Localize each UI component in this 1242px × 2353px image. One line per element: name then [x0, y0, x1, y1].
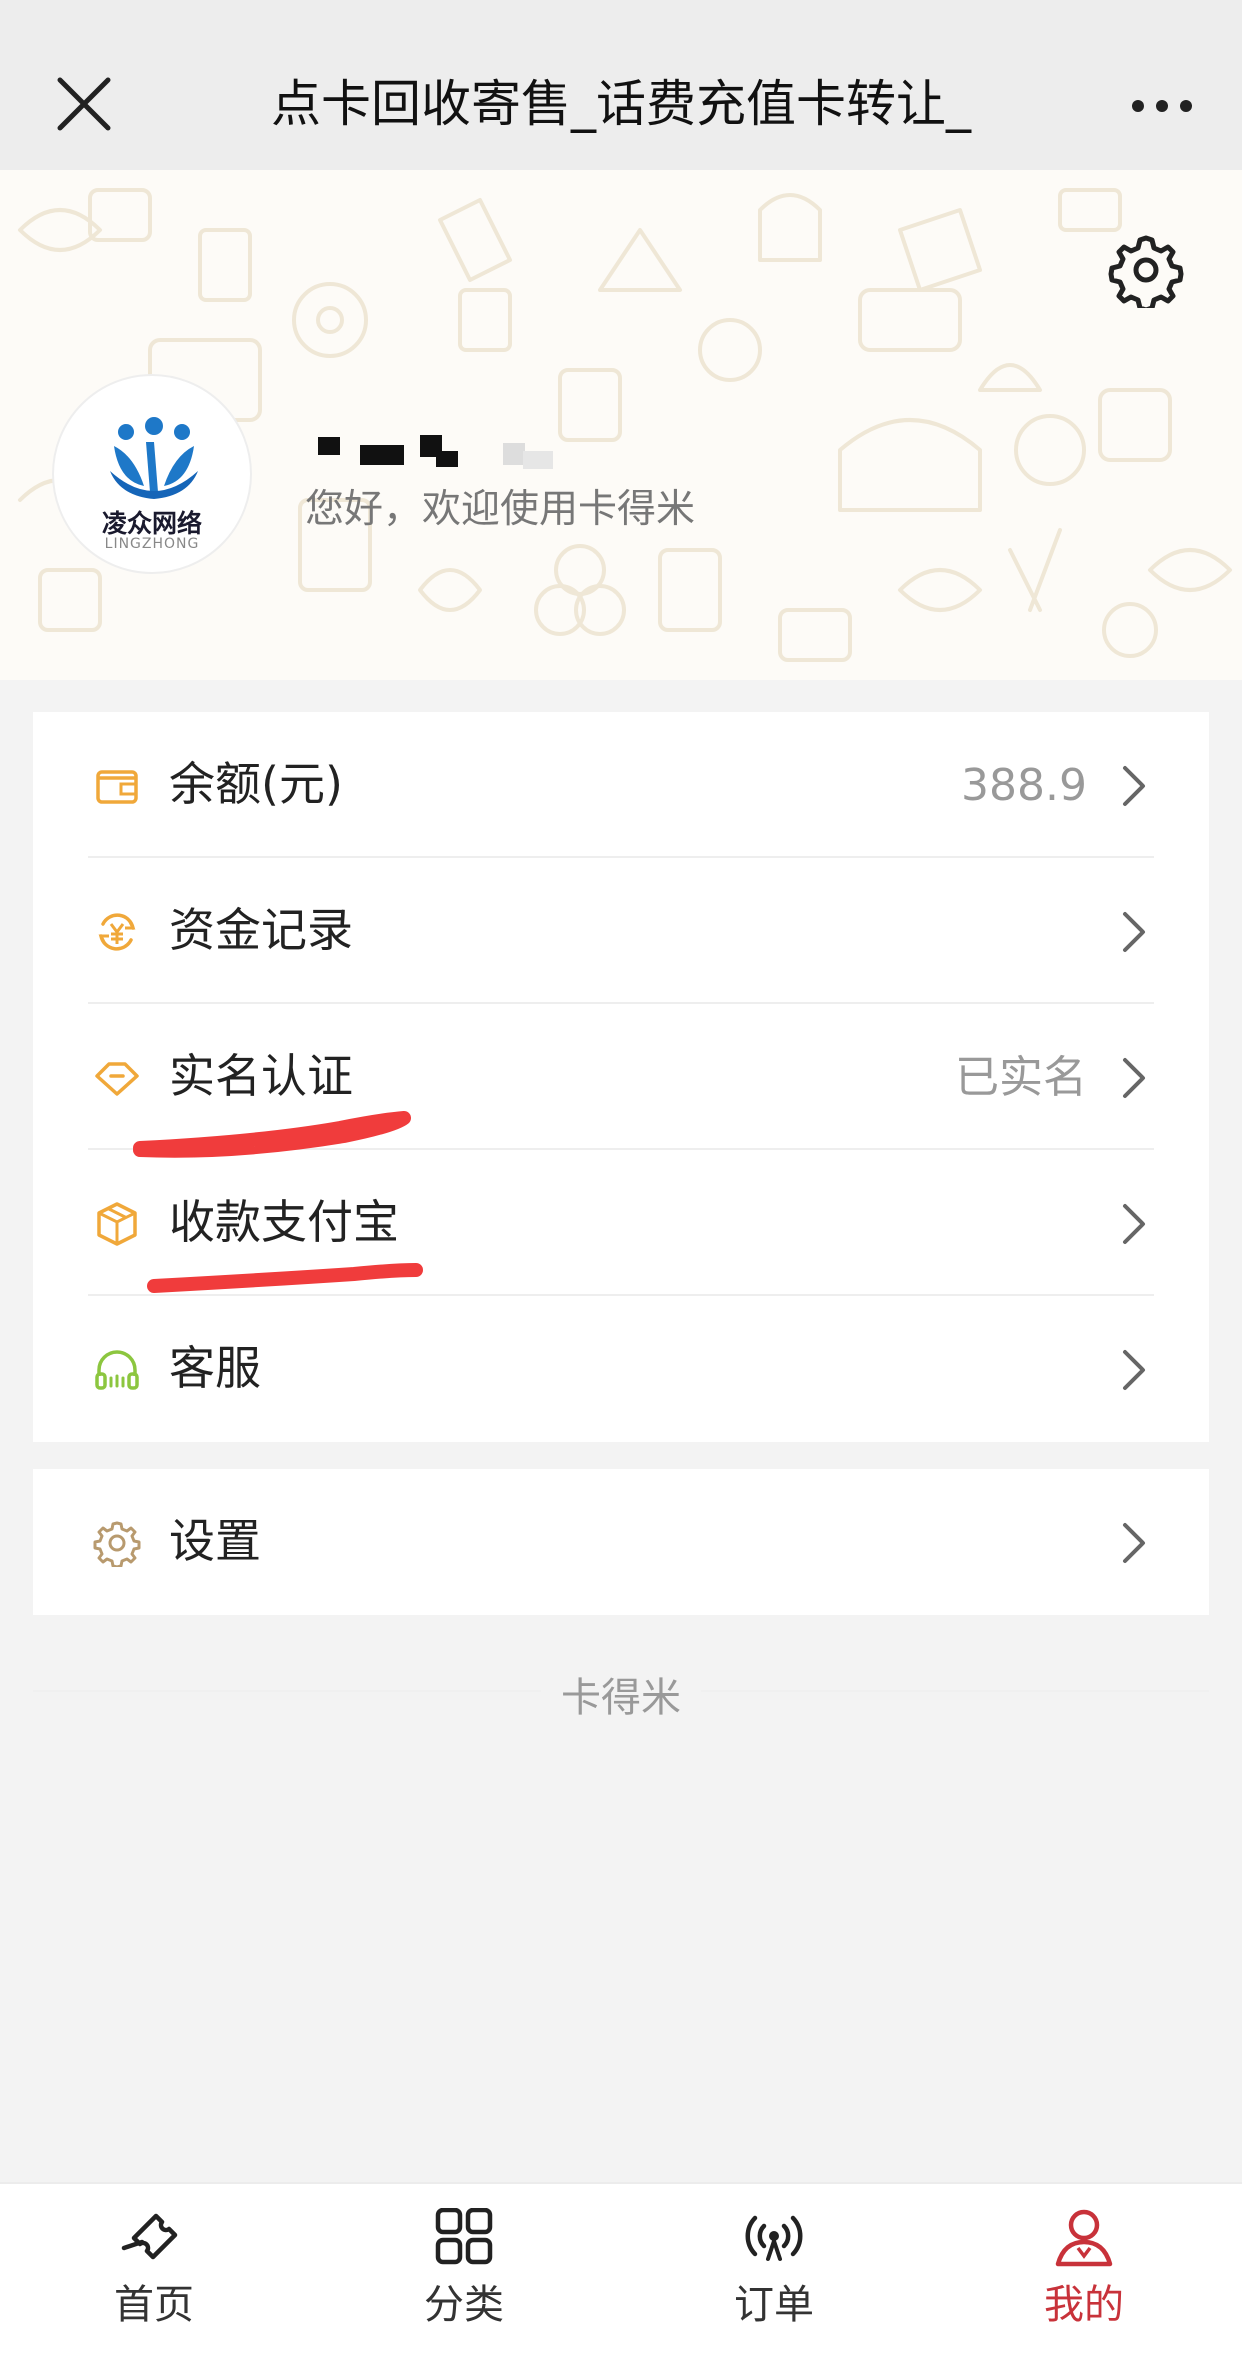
verification-status: 已实名 — [955, 1052, 1087, 1103]
alipay-account-row[interactable]: 收款支付宝 — [33, 1150, 1209, 1296]
tab-category[interactable]: 分类 — [364, 2208, 564, 2338]
footer-brand: 卡得米 — [541, 1665, 701, 1723]
user-icon — [1055, 2209, 1113, 2267]
avatar-logo-subtext: LINGZHONG — [104, 536, 200, 552]
headset-icon — [95, 1350, 139, 1390]
balance-row[interactable]: 余额(元) 388.9 — [33, 712, 1209, 858]
settings-row[interactable]: 设置 — [33, 1469, 1209, 1615]
page-title: 点卡回收寄售_话费充值卡转让_ — [180, 64, 1062, 144]
title-bar: 点卡回收寄售_话费充值卡转让_ — [0, 0, 1242, 170]
chevron-right-icon — [1123, 766, 1145, 806]
diamond-icon — [95, 1062, 139, 1096]
chevron-right-icon — [1123, 1058, 1145, 1098]
home-ticket-icon — [121, 2213, 178, 2260]
broadcast-icon — [745, 2215, 803, 2261]
wallet-icon — [96, 770, 138, 804]
avatar-logo-text: 凌众网络 — [101, 509, 202, 538]
grid-icon — [435, 2208, 493, 2265]
chevron-right-icon — [1123, 1523, 1145, 1563]
chevron-right-icon — [1123, 1204, 1145, 1244]
fund-records-label: 资金记录 — [169, 903, 353, 957]
tab-orders[interactable]: 订单 — [674, 2208, 874, 2338]
yuan-exchange-icon — [98, 913, 136, 951]
settings-icon — [93, 1521, 141, 1567]
balance-value: 388.9 — [961, 760, 1087, 811]
more-icon[interactable] — [1130, 86, 1194, 126]
page: 点卡回收寄售_话费充值卡转让_ 凌众网络 LINGZHONG 您好，欢迎使用卡得… — [0, 0, 1242, 2353]
balance-label: 余额(元) — [169, 757, 343, 811]
settings-label: 设置 — [169, 1514, 261, 1568]
settings-card: 设置 — [33, 1469, 1209, 1615]
customer-service-row[interactable]: 客服 — [33, 1296, 1209, 1442]
fund-records-row[interactable]: 资金记录 — [33, 858, 1209, 1004]
chevron-right-icon — [1123, 1350, 1145, 1390]
tab-mine-label: 我的 — [1044, 2282, 1124, 2328]
alipay-account-label: 收款支付宝 — [169, 1195, 399, 1249]
close-icon[interactable] — [52, 72, 116, 136]
tab-category-label: 分类 — [424, 2282, 504, 2328]
tab-mine[interactable]: 我的 — [984, 2208, 1184, 2338]
settings-gear-icon[interactable] — [1108, 232, 1184, 308]
customer-service-label: 客服 — [169, 1341, 261, 1395]
real-name-verification-row[interactable]: 实名认证 已实名 — [33, 1004, 1209, 1150]
avatar[interactable]: 凌众网络 LINGZHONG — [52, 374, 252, 574]
greeting-text: 您好，欢迎使用卡得米 — [305, 487, 696, 532]
account-menu-card: 余额(元) 388.9 资金记录 实名认证 已实名 收款支付宝 客服 — [33, 712, 1209, 1442]
tab-home[interactable]: 首页 — [54, 2208, 254, 2338]
tab-orders-label: 订单 — [734, 2282, 814, 2328]
box-icon — [97, 1202, 137, 1246]
username-redacted — [318, 435, 553, 469]
tab-home-label: 首页 — [114, 2282, 194, 2328]
real-name-verification-label: 实名认证 — [169, 1049, 353, 1103]
bottom-tab-bar: 首页 分类 订单 我的 — [0, 2182, 1242, 2353]
profile-header: 凌众网络 LINGZHONG 您好，欢迎使用卡得米 — [0, 170, 1242, 680]
chevron-right-icon — [1123, 912, 1145, 952]
